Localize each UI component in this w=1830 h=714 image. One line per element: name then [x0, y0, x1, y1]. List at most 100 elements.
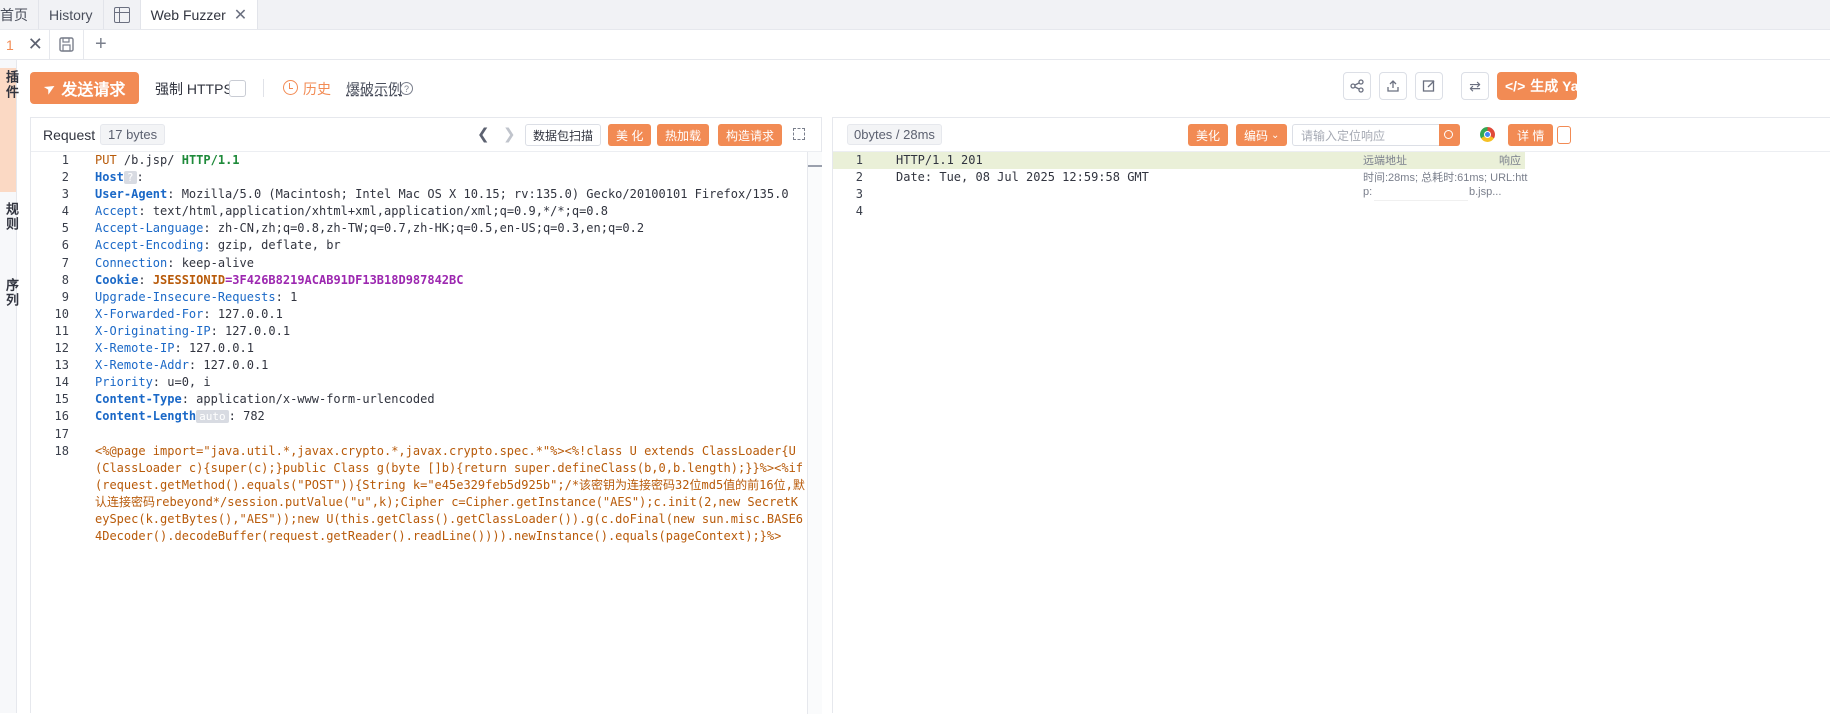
extra-icon[interactable]	[1557, 126, 1571, 144]
chrome-icon[interactable]	[1480, 127, 1495, 142]
line-number: 2	[855, 170, 863, 185]
brute-example-link[interactable]: 爆破示例	[346, 79, 402, 99]
encode-dropdown[interactable]: 编码 ⌄	[1236, 124, 1288, 146]
response-line	[896, 203, 1366, 220]
header-colon: :	[203, 238, 211, 253]
header-name: X-Remote-IP	[95, 341, 175, 356]
header-line: X-Forwarded-For: 127.0.0.1	[95, 306, 805, 323]
request-editor[interactable]: 1 2 3 4 5 6 7 8 9 10 11 12 13 14 15 16 1…	[31, 152, 807, 714]
header-value: 127.0.0.1	[217, 323, 291, 338]
detail-button[interactable]: 详 情	[1508, 124, 1554, 146]
header-value: : 782	[228, 409, 265, 424]
side-strip-rules[interactable]: 规则	[2, 202, 21, 232]
header-name: Priority	[95, 375, 153, 390]
tab-web-fuzzer[interactable]: Web Fuzzer ✕	[140, 0, 259, 29]
fuzzer-tab-1[interactable]: 1 ✕	[0, 29, 50, 60]
next-arrow-icon[interactable]: ❯	[503, 125, 516, 143]
line-number: 4	[61, 204, 69, 219]
fuzzer-toolbar: ➤ 发送请求 强制 HTTPS 历史 爆破示例 ? ⇄ </> 生成 Ya	[30, 72, 1830, 104]
response-editor[interactable]: 1 2 3 4 HTTP/1.1 201 Date: Tue, 08 Jul 2…	[833, 152, 1830, 714]
side-strip-sequence[interactable]: 序列	[2, 278, 21, 308]
header-name: User-Agent	[95, 187, 168, 202]
line-number: 3	[855, 187, 863, 202]
redacted-host	[227, 169, 319, 186]
line-number: 17	[54, 426, 69, 441]
header-name: X-Forwarded-For	[95, 306, 204, 321]
host-help-badge[interactable]: ?	[123, 171, 137, 185]
header-colon: :	[138, 204, 146, 219]
header-name: Connection	[95, 255, 168, 270]
tab-history[interactable]: History	[39, 0, 104, 29]
header-name: X-Remote-Addr	[95, 358, 189, 373]
side-strip-plugin[interactable]: 插件	[2, 70, 21, 100]
beautify-button[interactable]: 美 化	[608, 124, 652, 146]
url-prefix: p:	[1363, 186, 1373, 198]
share-icon[interactable]	[1343, 72, 1371, 100]
save-icon[interactable]	[50, 29, 84, 60]
table-icon	[113, 6, 130, 23]
send-request-button[interactable]: ➤ 发送请求	[30, 72, 139, 104]
code-icon: </>	[1505, 78, 1526, 94]
fullscreen-icon[interactable]	[793, 128, 805, 140]
line-number: 9	[61, 289, 69, 304]
header-colon: :	[138, 272, 153, 287]
header-value: keep-alive	[174, 255, 254, 270]
help-icon[interactable]: ?	[400, 82, 413, 95]
line-number: 1	[61, 153, 69, 167]
cookie-value: 3F426B8219ACAB91DF13B18D987842BC	[232, 272, 464, 287]
add-tab-icon[interactable]: +	[84, 30, 118, 60]
build-request-button[interactable]: 构造请求	[718, 124, 783, 146]
auto-length-badge[interactable]: auto	[196, 410, 229, 424]
url-suffix: b.jsp...	[1469, 186, 1502, 198]
request-path: /b.jsp/	[116, 153, 182, 167]
line-number: 5	[61, 221, 69, 236]
header-line: X-Originating-IP: 127.0.0.1	[95, 323, 805, 340]
header-colon: :	[210, 323, 218, 338]
http-protocol: HTTP/1.1	[181, 153, 240, 167]
close-icon[interactable]: ✕	[28, 34, 43, 55]
tab-web-fuzzer-label: Web Fuzzer	[150, 6, 226, 23]
force-https-checkbox[interactable]	[229, 80, 246, 97]
send-icon: ➤	[40, 77, 59, 98]
line-number: 1	[855, 153, 863, 167]
line-number: 12	[54, 341, 69, 356]
tab-history-label: History	[49, 6, 93, 23]
line-number: 6	[61, 238, 69, 253]
cookie-line: Cookie: JSESSIONID=3F426B8219ACAB91DF13B…	[95, 272, 805, 289]
history-link[interactable]: 历史	[303, 79, 331, 99]
hotload-button[interactable]: 热加载	[657, 124, 710, 146]
tab-table-view[interactable]	[104, 0, 141, 29]
line-number: 18	[54, 443, 69, 458]
line-number: 11	[54, 323, 69, 338]
header-line: Upgrade-Insecure-Requests: 1	[95, 289, 805, 306]
history-clock-icon[interactable]	[283, 80, 298, 95]
fuzzer-tab-index: 1	[6, 36, 14, 53]
prev-arrow-icon[interactable]: ❮	[477, 125, 490, 143]
host-separator: :	[136, 170, 144, 185]
header-colon: :	[275, 289, 283, 304]
response-beautify-button[interactable]: 美化	[1188, 124, 1229, 146]
header-line: Connection: keep-alive	[95, 255, 805, 272]
request-line: PUT /b.jsp/ HTTP/1.1	[95, 152, 805, 169]
generate-yaml-button[interactable]: </> 生成 Ya	[1497, 72, 1577, 100]
tab-home[interactable]: 首页	[0, 0, 39, 29]
header-line: Accept-Encoding: gzip, deflate, br	[95, 237, 805, 254]
swap-icon[interactable]: ⇄	[1461, 72, 1489, 100]
close-tab-icon[interactable]: ✕	[234, 5, 247, 25]
header-colon: :	[174, 341, 182, 356]
header-name: Content-Length	[95, 409, 197, 424]
search-icon[interactable]	[1439, 124, 1460, 146]
line-number: 8	[61, 272, 69, 287]
line-number: 4	[855, 204, 863, 219]
export-icon[interactable]	[1379, 72, 1407, 100]
locate-response-input[interactable]: 请输入定位响应	[1292, 124, 1441, 146]
encode-label: 编码	[1244, 128, 1269, 143]
content-length-line: Content-Length auto: 782	[95, 408, 805, 425]
send-request-label: 发送请求	[61, 82, 126, 99]
response-header: 0bytes / 28ms 美化 编码 ⌄ 请输入定位响应 详 情	[833, 118, 1830, 152]
scroll-marker	[808, 165, 822, 167]
edit-icon[interactable]	[1415, 72, 1443, 100]
editor-scrollbar[interactable]	[807, 152, 822, 714]
packet-scan-button[interactable]: 数据包扫描	[525, 124, 602, 146]
force-https-label: 强制 HTTPS	[155, 81, 233, 97]
